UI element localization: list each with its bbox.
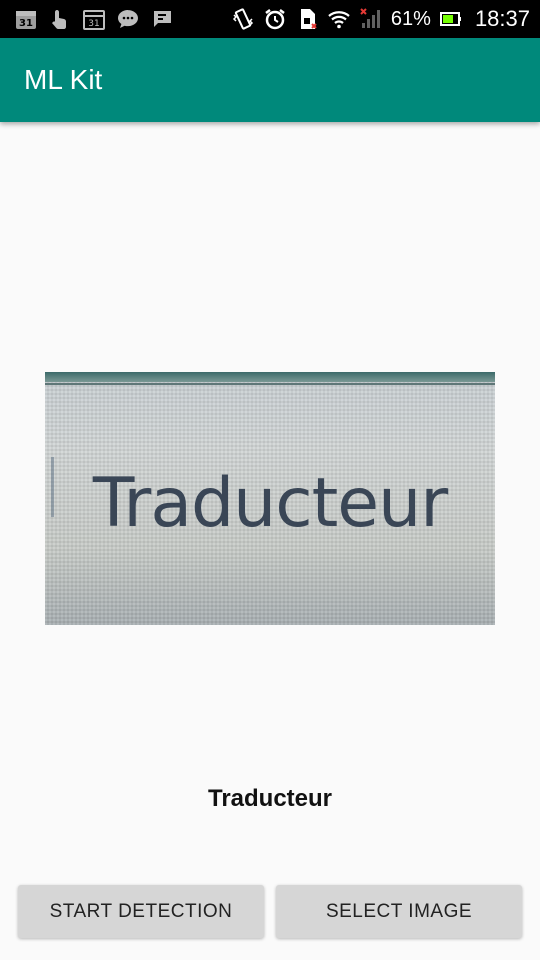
app-title: ML Kit xyxy=(24,64,103,95)
select-image-button[interactable]: SELECT IMAGE xyxy=(276,885,522,938)
app-bar: ML Kit xyxy=(0,38,540,122)
image-preview: Traducteur xyxy=(45,372,495,625)
sim-icon xyxy=(295,7,319,31)
calendar-31-icon: 31 xyxy=(14,7,38,31)
status-bar: 31 31 61% 18:37 xyxy=(0,0,540,38)
detected-text: Traducteur xyxy=(207,785,333,812)
preview-photo-text: Traducteur xyxy=(92,464,448,543)
battery-icon xyxy=(439,7,463,31)
message-icon xyxy=(150,7,174,31)
alarm-icon xyxy=(263,7,287,31)
chat-icon xyxy=(116,7,140,31)
status-time: 18:37 xyxy=(474,6,530,31)
battery-percent: 61% xyxy=(390,7,431,30)
start-detection-button[interactable]: START DETECTION xyxy=(18,885,264,938)
status-bar-notifications: 31 31 xyxy=(14,0,174,38)
preview-photo-top-edge xyxy=(45,372,495,382)
touch-icon xyxy=(48,7,72,31)
status-bar-system: 61% 18:37 xyxy=(231,0,530,38)
signal-icon xyxy=(359,7,383,31)
svg-text:31: 31 xyxy=(88,19,99,29)
svg-text:31: 31 xyxy=(19,18,33,29)
vibrate-icon xyxy=(231,7,255,31)
wifi-icon xyxy=(327,7,351,31)
calendar-icon: 31 xyxy=(82,7,106,31)
preview-photo-line xyxy=(45,383,495,385)
